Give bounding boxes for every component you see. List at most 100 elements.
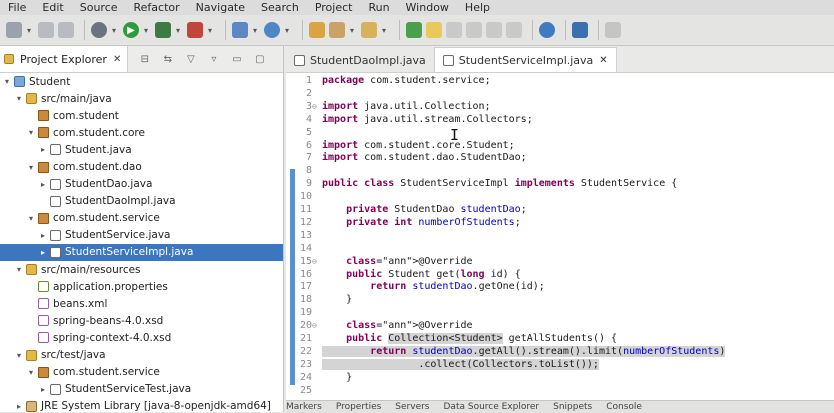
expand-arrow-icon[interactable]: ▸	[38, 180, 48, 189]
tab-project-explorer[interactable]: Project Explorer ✕	[0, 46, 129, 72]
menu-item-search[interactable]: Search	[253, 1, 307, 14]
tree-item[interactable]: ▸ Student.java	[0, 141, 283, 158]
tree-item[interactable]: spring-context-4.0.xsd	[0, 329, 283, 346]
fold-toggle-icon[interactable]: ⊖	[312, 257, 317, 266]
dropdown-icon[interactable]: ▾	[349, 22, 355, 38]
dropdown-icon[interactable]: ▾	[143, 22, 149, 38]
dropdown-icon[interactable]: ▾	[26, 22, 32, 38]
block-selection-icon[interactable]	[466, 22, 482, 38]
tree-item[interactable]: application.properties	[0, 278, 283, 295]
run-icon[interactable]: ▶	[123, 22, 139, 38]
menu-item-refactor[interactable]: Refactor	[126, 1, 188, 14]
debug-icon[interactable]	[155, 22, 171, 38]
tree-item[interactable]: ▸ StudentDao.java	[0, 176, 283, 193]
separator	[532, 20, 533, 40]
bottom-tab-markers[interactable]: Markers	[286, 402, 322, 412]
mark-occurrences-icon[interactable]	[406, 22, 422, 38]
dropdown-icon[interactable]: ▾	[175, 22, 181, 38]
tree-item[interactable]: beans.xml	[0, 295, 283, 312]
tree-item-label: com.student.dao	[53, 161, 142, 174]
bottom-tab-servers[interactable]: Servers	[395, 402, 429, 412]
external-tools-icon[interactable]	[187, 22, 203, 38]
tree-item-label: JRE System Library [java-8-openjdk-amd64…	[41, 400, 271, 412]
editor-tab[interactable]: StudentServiceImpl.java ✕	[433, 47, 617, 72]
code-line: import java.util.stream.Collectors;	[322, 113, 533, 125]
minimize-icon[interactable]: ▭	[230, 53, 243, 66]
new-file-icon[interactable]	[6, 22, 22, 38]
dropdown-icon[interactable]: ▾	[284, 22, 290, 38]
tree-item[interactable]: com.student	[0, 107, 283, 124]
link-editor-icon[interactable]: ⇆	[161, 53, 174, 66]
close-tab-icon[interactable]: ✕	[599, 55, 607, 66]
expand-arrow-icon[interactable]: ▾	[26, 214, 36, 223]
expand-arrow-icon[interactable]: ▸	[14, 402, 24, 411]
expand-arrow-icon[interactable]: ▸	[38, 385, 48, 394]
pin-icon[interactable]	[605, 22, 621, 38]
bottom-tab-console[interactable]: Console	[606, 402, 642, 412]
perspective-icon[interactable]	[572, 22, 588, 38]
expand-arrow-icon[interactable]: ▾	[14, 265, 24, 274]
web-browser-icon[interactable]	[264, 22, 280, 38]
menu-item-project[interactable]: Project	[307, 1, 361, 14]
menu-item-window[interactable]: Window	[398, 1, 457, 14]
save-all-icon[interactable]	[58, 22, 74, 38]
filter-icon[interactable]: ▽	[184, 53, 197, 66]
menu-item-file[interactable]: File	[0, 1, 34, 14]
menu-item-source[interactable]: Source	[72, 1, 126, 14]
tree-item[interactable]: spring-beans-4.0.xsd	[0, 312, 283, 329]
globe-icon[interactable]	[539, 22, 555, 38]
close-icon[interactable]: ✕	[113, 54, 121, 65]
open-type-icon[interactable]	[309, 22, 325, 38]
view-menu-icon[interactable]: ▿	[207, 53, 220, 66]
expand-arrow-icon[interactable]: ▾	[14, 94, 24, 103]
expand-arrow-icon[interactable]: ▾	[26, 163, 36, 172]
expand-arrow-icon[interactable]: ▾	[26, 128, 36, 137]
expand-arrow-icon[interactable]: ▸	[38, 231, 48, 240]
show-whitespace-icon[interactable]	[446, 22, 462, 38]
dropdown-icon[interactable]: ▾	[381, 22, 387, 38]
tree-item[interactable]: ▾ com.student.service	[0, 210, 283, 227]
tree-item[interactable]: ▸ StudentService.java	[0, 227, 283, 244]
tree-item[interactable]: ▾ com.student.service	[0, 364, 283, 381]
dropdown-icon[interactable]: ▾	[111, 22, 117, 38]
tree-item[interactable]: ▾ src/main/resources	[0, 261, 283, 278]
expand-arrow-icon[interactable]: ▾	[26, 368, 36, 377]
expand-arrow-icon[interactable]: ▸	[38, 248, 48, 257]
gear-icon[interactable]	[91, 22, 107, 38]
tree-item[interactable]: ▾ com.student.dao	[0, 158, 283, 175]
collapse-all-icon[interactable]: ⊟	[138, 53, 151, 66]
tree-item[interactable]: ▸ StudentServiceTest.java	[0, 381, 283, 398]
editor-tab[interactable]: StudentDaoImpl.java	[286, 48, 434, 72]
expand-arrow-icon[interactable]: ▸	[38, 145, 48, 154]
highlight-icon[interactable]	[426, 22, 442, 38]
expand-arrow-icon[interactable]: ▾	[14, 351, 24, 360]
expand-arrow-icon[interactable]: ▾	[2, 77, 12, 86]
tree-item[interactable]: ▾ src/main/java	[0, 90, 283, 107]
bottom-tab-data-source-explorer[interactable]: Data Source Explorer	[444, 402, 540, 412]
search-icon[interactable]	[361, 22, 377, 38]
fold-toggle-icon[interactable]: ⊖	[312, 321, 317, 330]
bottom-tab-properties[interactable]: Properties	[336, 402, 381, 412]
tree-item[interactable]: ▸ JRE System Library [java-8-openjdk-amd6…	[0, 398, 283, 412]
open-task-icon[interactable]	[329, 22, 345, 38]
dropdown-icon[interactable]: ▾	[207, 22, 213, 38]
menu-item-help[interactable]: Help	[457, 1, 498, 14]
maximize-icon[interactable]: ▢	[253, 53, 266, 66]
tree-item[interactable]: ▾ com.student.core	[0, 124, 283, 141]
tree-item[interactable]: ▾ Student	[0, 73, 283, 90]
new-server-icon[interactable]	[232, 22, 248, 38]
code-area[interactable]: Ι 1 package com.student.service; 2 3 ⊖ import…	[286, 73, 834, 400]
dropdown-icon[interactable]: ▾	[252, 22, 258, 38]
line-number: 20	[299, 320, 312, 332]
tree-item[interactable]: ▾ src/test/java	[0, 347, 283, 364]
save-icon[interactable]	[38, 22, 54, 38]
menu-item-run[interactable]: Run	[360, 1, 397, 14]
menu-item-edit[interactable]: Edit	[34, 1, 71, 14]
bottom-tab-snippets[interactable]: Snippets	[553, 402, 592, 412]
previous-annotation-icon[interactable]	[506, 22, 522, 38]
tree-item[interactable]: StudentDaoImpl.java	[0, 193, 283, 210]
tree-item[interactable]: ▸ StudentServiceImpl.java	[0, 243, 283, 262]
menu-item-navigate[interactable]: Navigate	[188, 1, 253, 14]
next-annotation-icon[interactable]	[486, 22, 502, 38]
fold-toggle-icon[interactable]: ⊖	[312, 102, 317, 111]
